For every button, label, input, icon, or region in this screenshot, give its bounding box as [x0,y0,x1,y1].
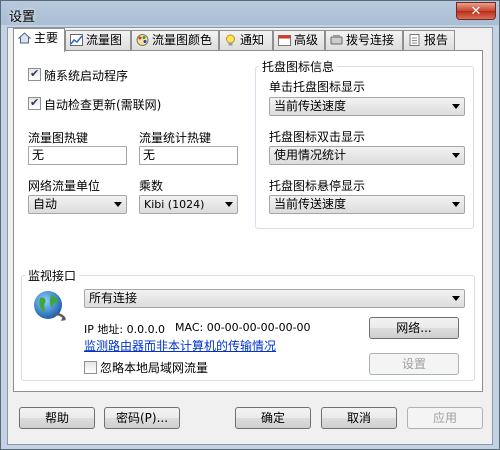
palette-icon [136,33,149,46]
tab-graph-label: 流量图 [86,33,123,47]
mac-address-text: MAC: 00-00-00-00-00-00 [175,321,311,334]
tab-graph-colors-label: 流量图颜色 [152,33,213,47]
chevron-down-icon [452,153,460,158]
help-button[interactable]: 帮助 [19,407,95,429]
report-icon [408,33,421,46]
settings-window: 设置 ✕ 主要 流量图 流量图颜色 通知 高级 拨号连接 报告 随系统启动程序 … [0,0,500,450]
graph-hotkey-input[interactable]: 无 [28,146,127,165]
multiplier-value: Kibi (1024) [144,198,205,211]
autostart-label[interactable]: 随系统启动程序 [44,67,128,84]
unit-dropdown[interactable]: 自动 [28,195,127,214]
hover-value: 当前传送速度 [274,197,347,211]
cancel-button[interactable]: 取消 [321,407,397,429]
unit-value: 自动 [33,197,58,211]
chart-icon [70,33,83,46]
network-globe-icon [32,289,68,325]
autoupdate-checkbox[interactable] [28,96,41,110]
dial-icon [330,33,343,45]
graph-hotkey-label: 流量图热键 [28,131,89,145]
chevron-down-icon [225,202,233,207]
single-click-label: 单击托盘图标显示 [269,80,366,94]
window-title: 设置 [9,10,36,25]
calendar-icon [278,33,291,46]
tab-advanced[interactable]: 高级 [273,30,325,51]
title-bar[interactable]: 设置 ✕ [1,1,499,27]
ignore-lan-checkbox[interactable] [84,361,97,374]
stats-hotkey-label: 流量统计热键 [139,131,212,145]
tab-main[interactable]: 主要 [13,28,65,52]
interface-settings-button[interactable]: 设置 [369,353,459,375]
tab-report[interactable]: 报告 [403,30,455,51]
connection-value: 所有连接 [89,291,138,305]
tab-graph-colors[interactable]: 流量图颜色 [131,30,219,51]
tab-notify[interactable]: 通知 [219,30,273,51]
double-click-value: 使用情况统计 [274,148,347,162]
ip-address-text: IP 地址: 0.0.0.0 [84,323,166,336]
monitor-group-title: 监视接口 [25,267,80,284]
tab-dialup[interactable]: 拨号连接 [325,30,403,51]
router-monitor-link[interactable]: 监测路由器而非本计算机的传输情况 [84,337,276,354]
home-icon [17,31,32,44]
ignore-lan-label[interactable]: 忽略本地局域网流量 [100,359,208,376]
chevron-down-icon [452,296,460,301]
tab-notify-label: 通知 [240,33,265,47]
tab-report-label: 报告 [424,33,449,47]
single-click-value: 当前传送速度 [274,99,347,113]
single-click-dropdown[interactable]: 当前传送速度 [269,97,465,116]
tray-group-title: 托盘图标信息 [259,58,338,75]
tab-graph[interactable]: 流量图 [65,30,131,51]
unit-label: 网络流量单位 [28,179,101,193]
tab-dialup-label: 拨号连接 [346,33,395,47]
ok-button[interactable]: 确定 [235,407,311,429]
multiplier-dropdown[interactable]: Kibi (1024) [139,195,238,214]
chevron-down-icon [452,202,460,207]
connection-dropdown[interactable]: 所有连接 [84,289,465,308]
autoupdate-label[interactable]: 自动检查更新(需联网) [44,96,161,113]
apply-button[interactable]: 应用 [407,407,483,429]
stats-hotkey-input[interactable]: 无 [139,146,238,165]
chevron-down-icon [114,202,122,207]
tab-advanced-label: 高级 [294,33,319,47]
double-click-label: 托盘图标双击显示 [269,130,366,144]
tab-main-label: 主要 [34,31,59,45]
hover-label: 托盘图标悬停显示 [269,179,366,193]
multiplier-label: 乘数 [139,179,164,193]
bulb-icon [224,33,237,46]
password-button[interactable]: 密码(P)... [104,407,180,429]
chevron-down-icon [452,104,460,109]
network-button[interactable]: 网络... [369,317,459,339]
close-button[interactable]: ✕ [456,2,496,20]
double-click-dropdown[interactable]: 使用情况统计 [269,146,465,165]
hover-dropdown[interactable]: 当前传送速度 [269,195,465,214]
autostart-checkbox[interactable] [28,67,41,81]
